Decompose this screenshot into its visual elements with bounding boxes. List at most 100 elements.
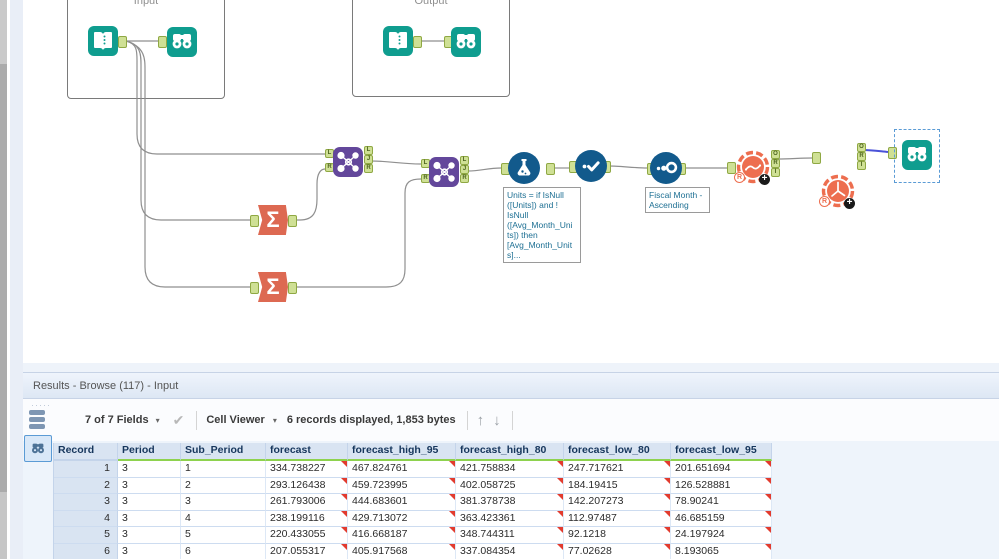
table-cell: 3: [118, 543, 181, 559]
table-cell: 77.02628: [564, 543, 671, 559]
results-panel: Results - Browse (117) - Input ····· 7 o…: [23, 372, 999, 559]
browse-view-toggle[interactable]: [24, 435, 52, 462]
ts1-output-r-anchor: R: [771, 159, 780, 168]
table-cell: 402.058725: [456, 477, 564, 495]
join1-output-j-anchor: J: [364, 155, 373, 164]
left-panel-band: [10, 0, 24, 559]
select-tool[interactable]: [575, 150, 607, 182]
table-cell: 4: [54, 510, 118, 528]
cell-viewer-dropdown-label[interactable]: Cell Viewer: [206, 414, 265, 426]
input-anchor: [158, 36, 167, 48]
wire-join2-formula: [467, 167, 502, 172]
records-displayed-text: 6 records displayed, 1,853 bytes: [286, 414, 456, 426]
workflow-canvas[interactable]: Input Output Σ Σ R + R + L R L J R L R L…: [23, 0, 999, 363]
canvas-scroll-gap: [23, 363, 999, 372]
table-cell: 247.717621: [564, 461, 671, 478]
wire-ts2-browse-selected: [862, 149, 889, 153]
left-scrollbar-strip[interactable]: [0, 0, 7, 559]
output-anchor: [118, 36, 127, 48]
table-cell: 6: [181, 543, 266, 559]
toolbar-separator: [196, 410, 198, 430]
table-cell: 348.744311: [456, 527, 564, 544]
input-anchor: [727, 162, 736, 174]
table-cell: 238.199116: [266, 510, 348, 528]
cell-viewer-caret-icon[interactable]: ▾: [273, 416, 277, 425]
results-title-bar[interactable]: Results - Browse (117) - Input: [23, 372, 999, 399]
table-cell: 3: [181, 494, 266, 511]
column-header: Record: [54, 443, 118, 461]
output-anchor: [288, 282, 297, 294]
alteryx-designer-window: Input Output Σ Σ R + R + L R L J R L R L…: [0, 0, 999, 559]
formula-flask-icon: [508, 152, 540, 184]
table-cell: 1: [181, 461, 266, 478]
column-header: forecast_low_95: [671, 443, 772, 461]
input-data-icon: [383, 26, 413, 56]
wire-input-summarize2: [125, 40, 250, 288]
r-macro-badge: R: [734, 172, 745, 183]
ts1-output-i-anchor: I: [771, 168, 780, 177]
toolbar-grip-dots[interactable]: ·····: [31, 400, 51, 410]
table-cell: 220.433055: [266, 527, 348, 544]
table-cell: 293.126438: [266, 477, 348, 495]
table-cell: 24.197924: [671, 527, 772, 544]
scroll-up-icon[interactable]: ↑: [477, 412, 485, 429]
sort-tool[interactable]: [650, 152, 682, 184]
ts2-output-o-anchor: O: [857, 143, 866, 152]
formula-annotation[interactable]: Units = if IsNull ([Units]) and ! IsNull…: [503, 187, 581, 264]
join-tool-1[interactable]: [333, 147, 363, 177]
ts2-output-i-anchor: I: [857, 161, 866, 170]
selected-browse-tool[interactable]: [894, 129, 940, 183]
wire-summarize2-join2: [295, 178, 422, 288]
column-header: forecast: [266, 443, 348, 461]
results-content: Record Period Sub_Period forecast foreca…: [23, 441, 999, 559]
apply-check-icon[interactable]: ✔: [173, 412, 185, 429]
table-cell: 405.917568: [348, 543, 456, 559]
table-cell: 334.738227: [266, 461, 348, 478]
plus-badge: +: [759, 174, 770, 185]
table-cell: 3: [118, 510, 181, 528]
formula-tool[interactable]: [508, 152, 540, 184]
scroll-down-icon[interactable]: ↓: [493, 412, 501, 429]
input-data-tool-1[interactable]: [88, 26, 118, 56]
ts-forecast-tool-2[interactable]: R +: [819, 174, 855, 209]
browse-icon: [902, 140, 932, 170]
results-table: Record Period Sub_Period forecast foreca…: [53, 443, 772, 559]
table-cell: 3: [54, 494, 118, 511]
join2-output-l-anchor: L: [460, 156, 469, 165]
join1-output-r-anchor: R: [364, 164, 373, 173]
join-icon: [333, 147, 363, 177]
plus-badge: +: [844, 198, 855, 209]
table-cell: 429.713072: [348, 510, 456, 528]
summarize-tool-2[interactable]: Σ: [258, 272, 288, 302]
ts-forecast-tool-1[interactable]: R +: [734, 150, 770, 185]
wire-join1-join2: [370, 160, 422, 165]
table-cell: 46.685159: [671, 510, 772, 528]
input-data-tool-2[interactable]: [383, 26, 413, 56]
ts1-output-o-anchor: O: [771, 150, 780, 159]
wire-select-sort: [608, 165, 648, 169]
table-cell: 363.423361: [456, 510, 564, 528]
input-data-icon: [88, 26, 118, 56]
fields-caret-icon[interactable]: ▾: [156, 416, 160, 425]
browse-tool-2[interactable]: [451, 27, 481, 57]
table-view-icon[interactable]: [29, 410, 49, 434]
fields-dropdown-label[interactable]: 7 of 7 Fields: [85, 414, 149, 426]
toolbar-separator: [511, 410, 513, 430]
wire-ts1-ts2: [777, 157, 813, 160]
browse-tool-1[interactable]: [167, 27, 197, 57]
table-cell: 3: [118, 461, 181, 478]
table-cell: 126.528881: [671, 477, 772, 495]
browse-icon: [167, 27, 197, 57]
browse-icon: [451, 27, 481, 57]
join-tool-2[interactable]: [429, 157, 459, 187]
sort-annotation[interactable]: Fiscal Month - Ascending: [645, 187, 710, 214]
toolbar-separator: [466, 410, 468, 430]
column-header: forecast_low_80: [564, 443, 671, 461]
table-cell: 201.651694: [671, 461, 772, 478]
table-cell: 381.378738: [456, 494, 564, 511]
table-cell: 6: [54, 543, 118, 559]
select-check-icon: [575, 150, 607, 182]
summarize-tool-1[interactable]: Σ: [258, 205, 288, 235]
wire-input-join1: [125, 40, 325, 155]
table-cell: 92.1218: [564, 527, 671, 544]
